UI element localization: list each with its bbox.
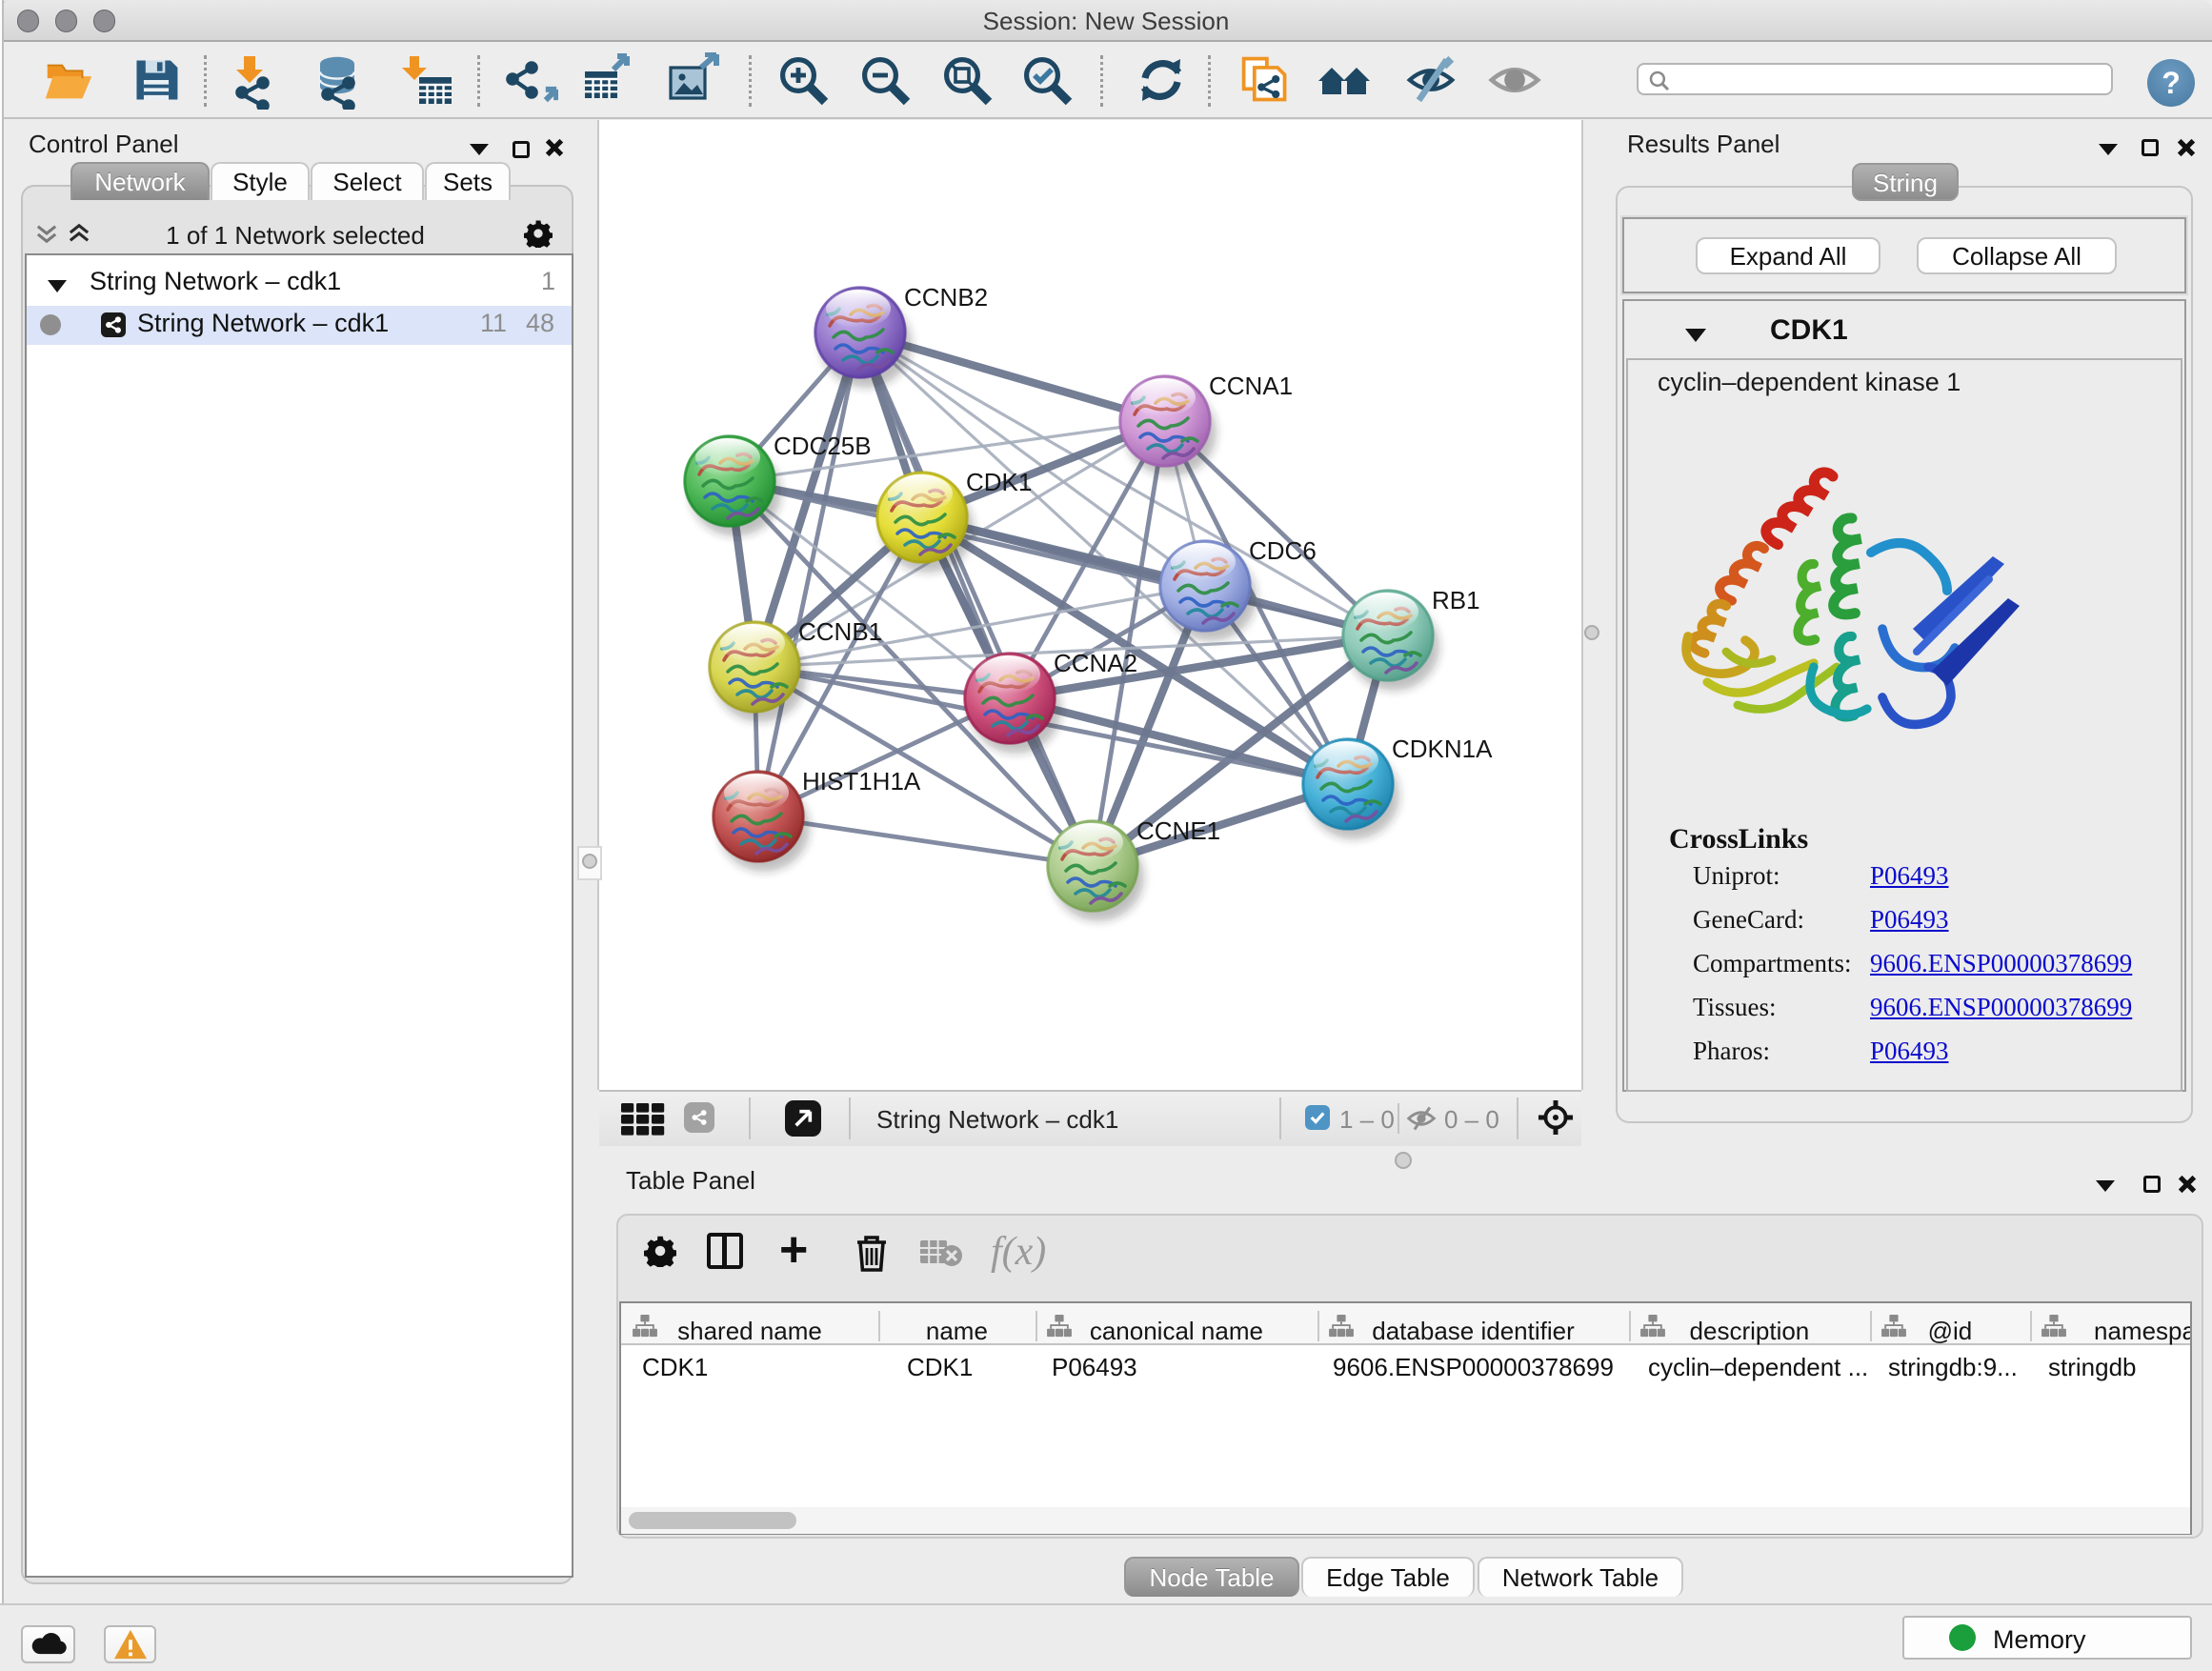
svg-text:RB1: RB1: [1432, 586, 1480, 614]
svg-text:CDKN1A: CDKN1A: [1392, 735, 1493, 763]
svg-text:CDK1: CDK1: [966, 468, 1032, 496]
svg-text:CCNA1: CCNA1: [1209, 372, 1293, 400]
svg-text:CCNB1: CCNB1: [798, 617, 882, 646]
svg-text:CCNB2: CCNB2: [904, 283, 988, 312]
svg-text:CDC6: CDC6: [1249, 536, 1317, 565]
svg-text:CCNA2: CCNA2: [1054, 649, 1137, 677]
svg-text:CCNE1: CCNE1: [1136, 816, 1220, 845]
svg-text:CDC25B: CDC25B: [774, 432, 872, 460]
svg-text:HIST1H1A: HIST1H1A: [802, 767, 921, 795]
